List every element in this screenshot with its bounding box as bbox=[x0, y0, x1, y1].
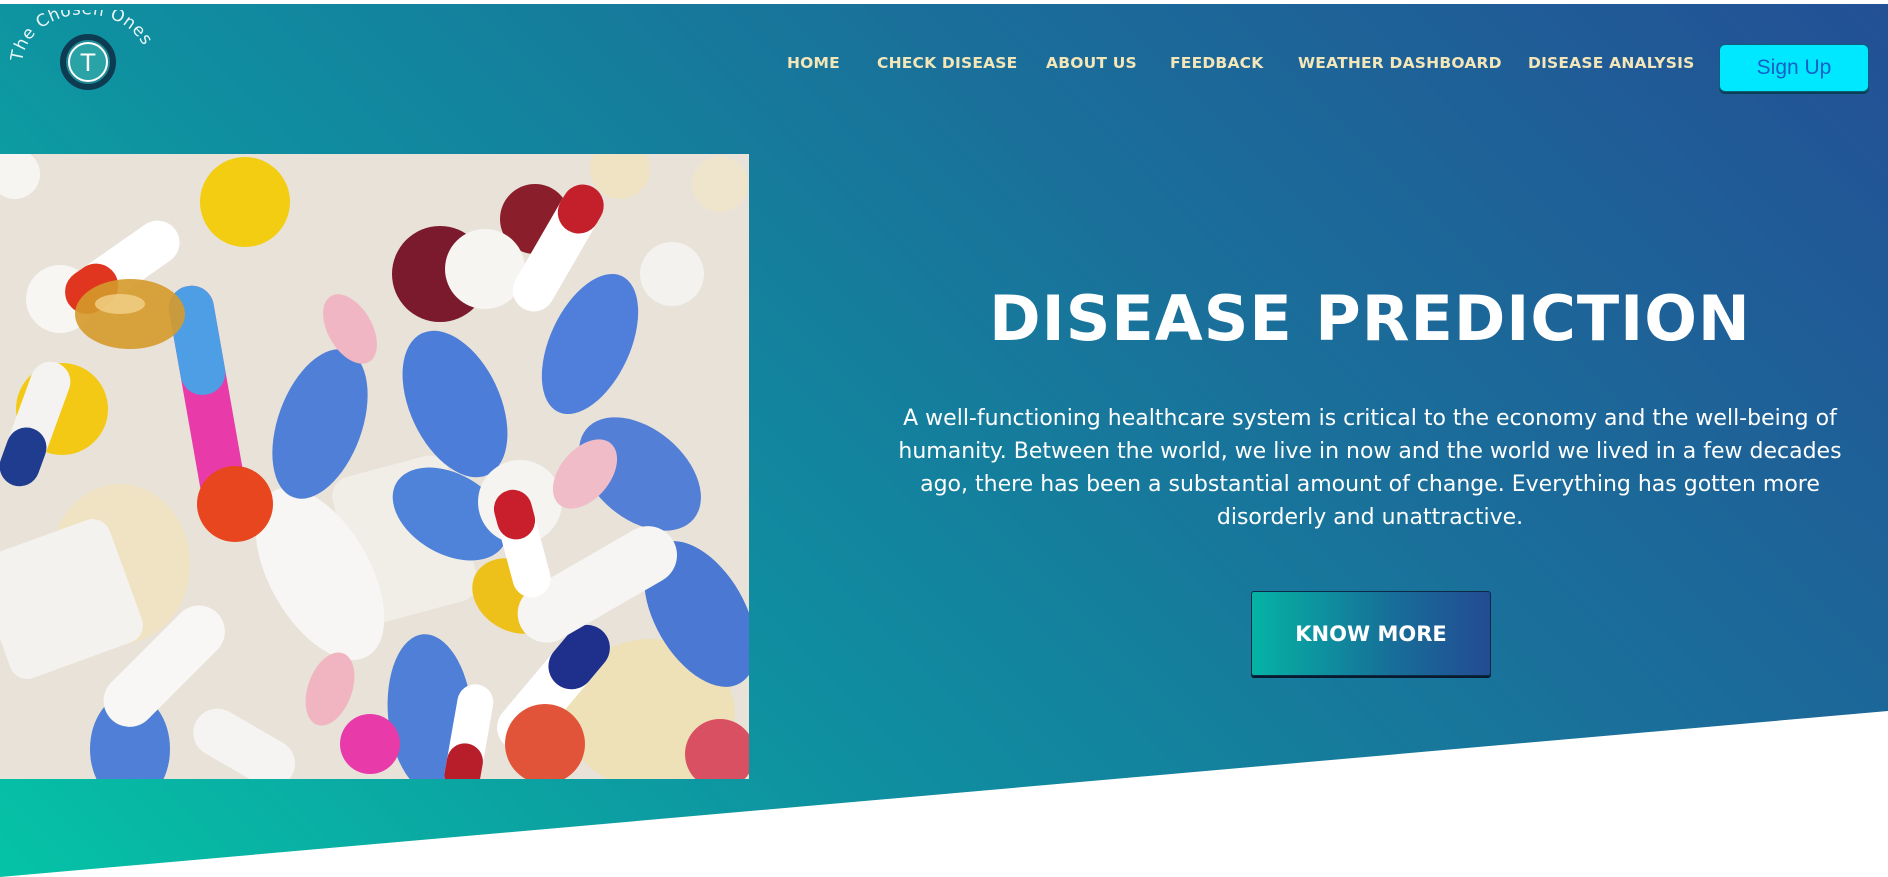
nav-about-us[interactable]: ABOUT US bbox=[1046, 54, 1137, 72]
hero-description: A well-functioning healthcare system is … bbox=[898, 406, 1842, 530]
nav-disease-analysis[interactable]: DISEASE ANALYSIS bbox=[1528, 54, 1694, 72]
hero-image bbox=[0, 154, 749, 779]
nav-weather-dashboard[interactable]: WEATHER DASHBOARD bbox=[1298, 54, 1502, 72]
nav-check-disease[interactable]: CHECK DISEASE bbox=[877, 54, 1017, 72]
signup-button[interactable]: Sign Up bbox=[1719, 44, 1869, 92]
page-title: DISEASE PREDICTION bbox=[989, 282, 1751, 355]
pills-image-icon bbox=[0, 154, 749, 779]
nav-home[interactable]: HOME bbox=[787, 54, 840, 72]
logo[interactable]: The Chosen Ones T bbox=[7, 0, 156, 100]
svg-text:T: T bbox=[80, 49, 96, 77]
know-more-button[interactable]: KNOW MORE bbox=[1251, 591, 1491, 676]
logo-emblem-icon: The Chosen Ones T bbox=[7, 0, 156, 90]
nav-feedback[interactable]: FEEDBACK bbox=[1170, 54, 1263, 72]
